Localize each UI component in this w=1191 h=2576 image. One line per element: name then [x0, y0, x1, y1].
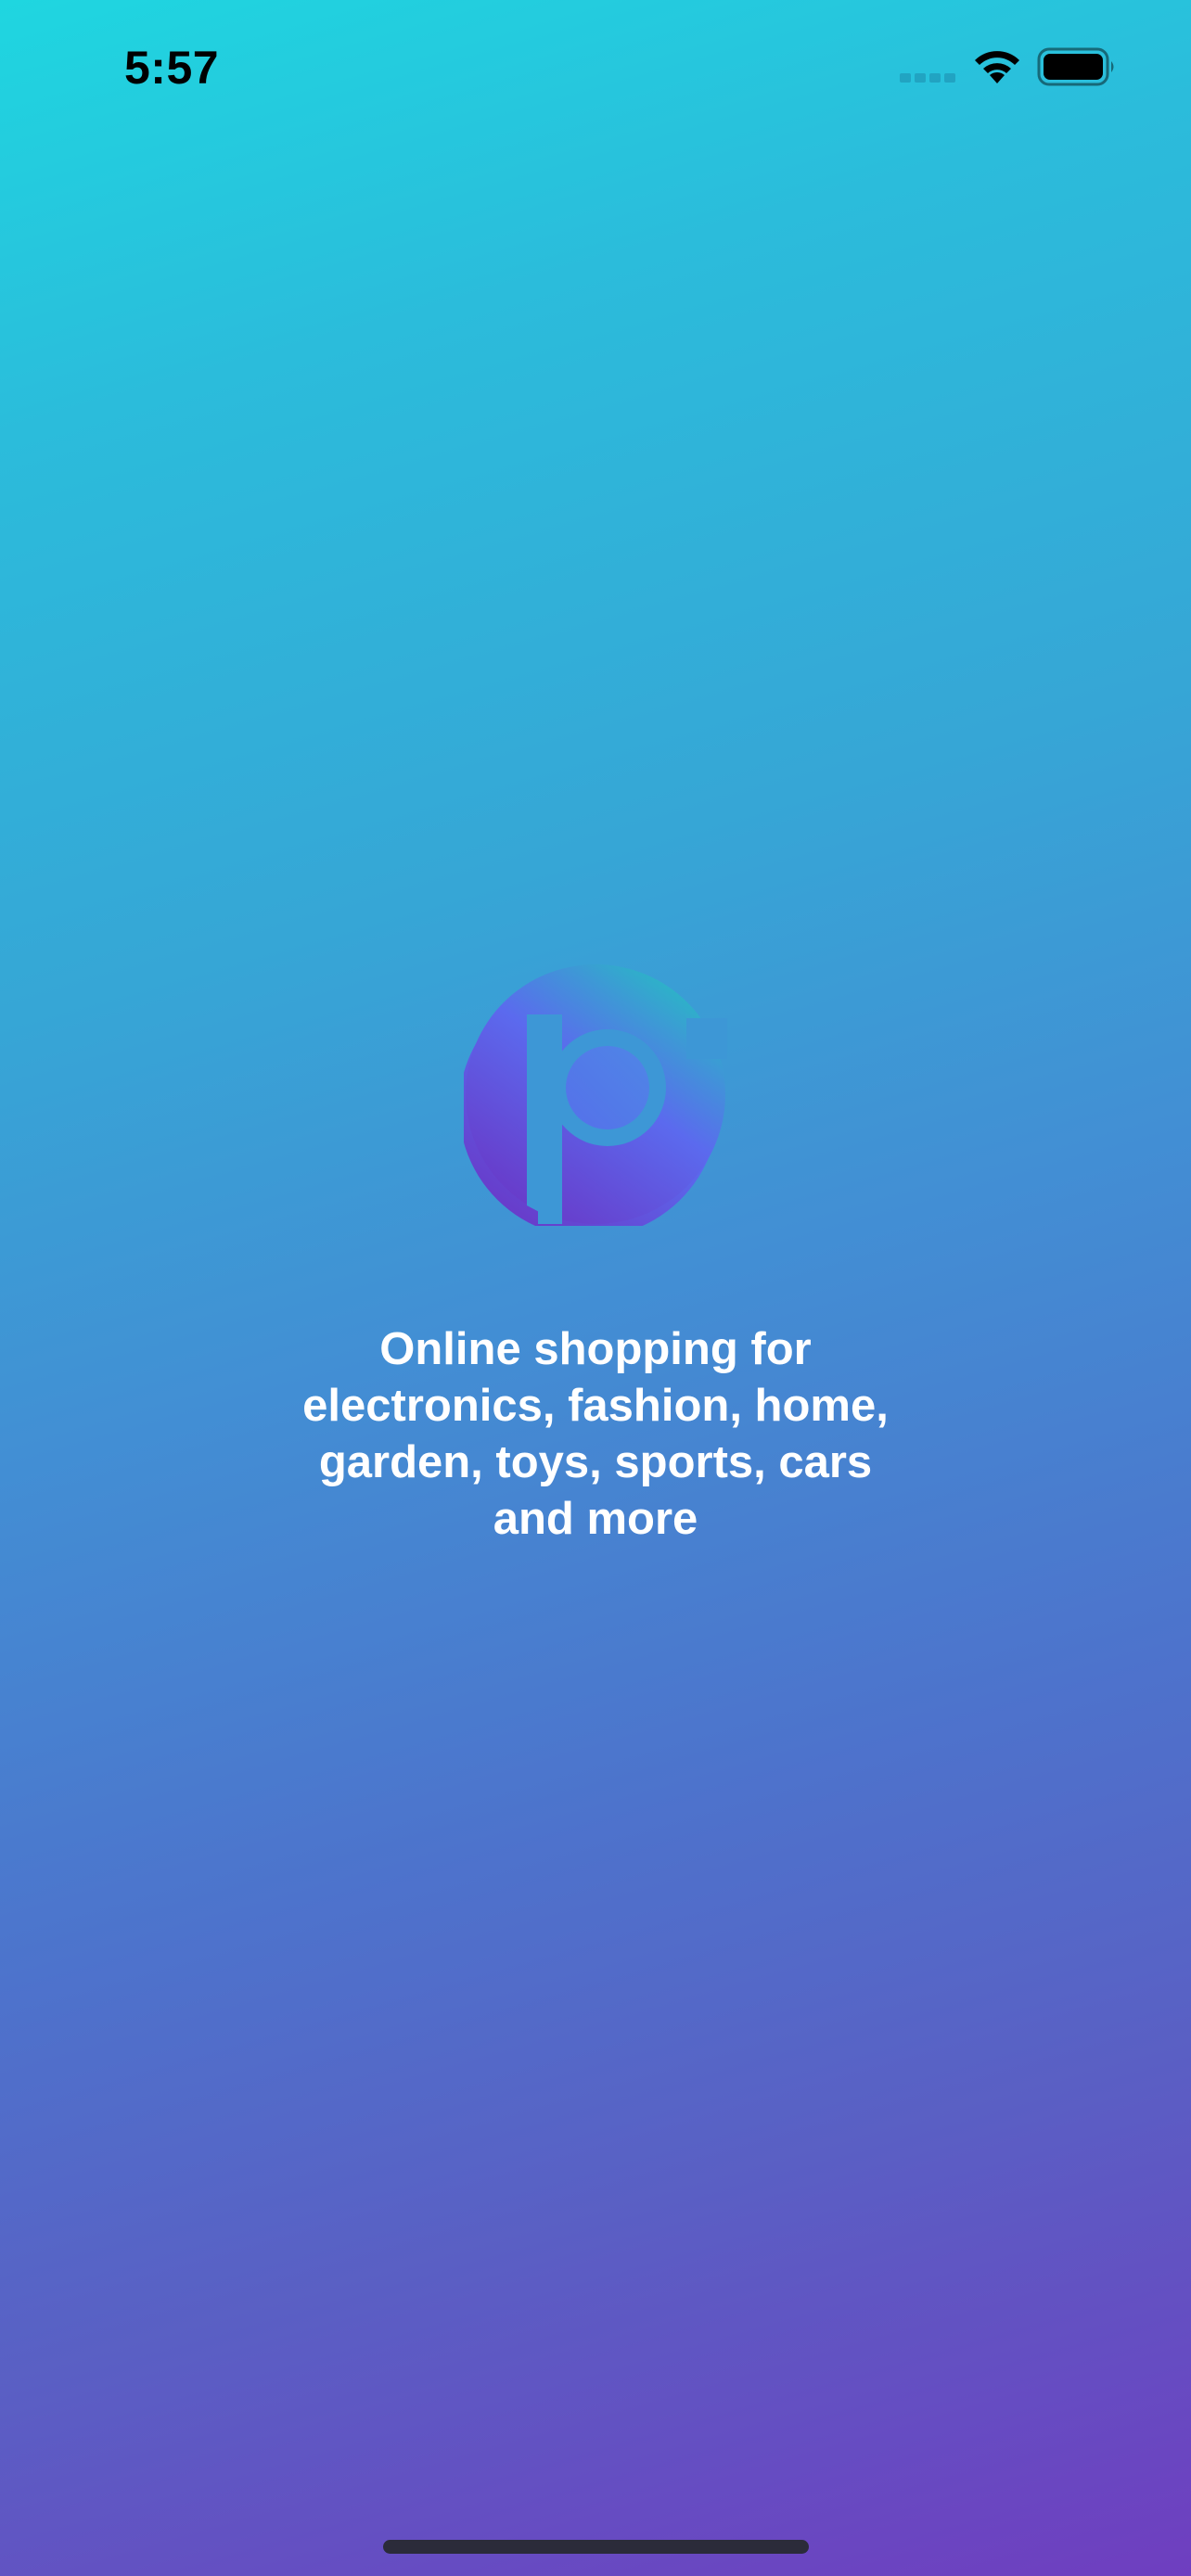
status-time: 5:57	[124, 42, 220, 94]
p-logo	[464, 964, 727, 1226]
tagline: Online shopping for electronics, fashion…	[302, 1324, 889, 1544]
signal-dots-icon	[900, 73, 955, 83]
status-bar: 5:57	[0, 0, 1191, 139]
wifi-icon	[975, 51, 1019, 83]
home-indicator[interactable]	[383, 2540, 809, 2554]
battery-icon	[1037, 47, 1114, 86]
